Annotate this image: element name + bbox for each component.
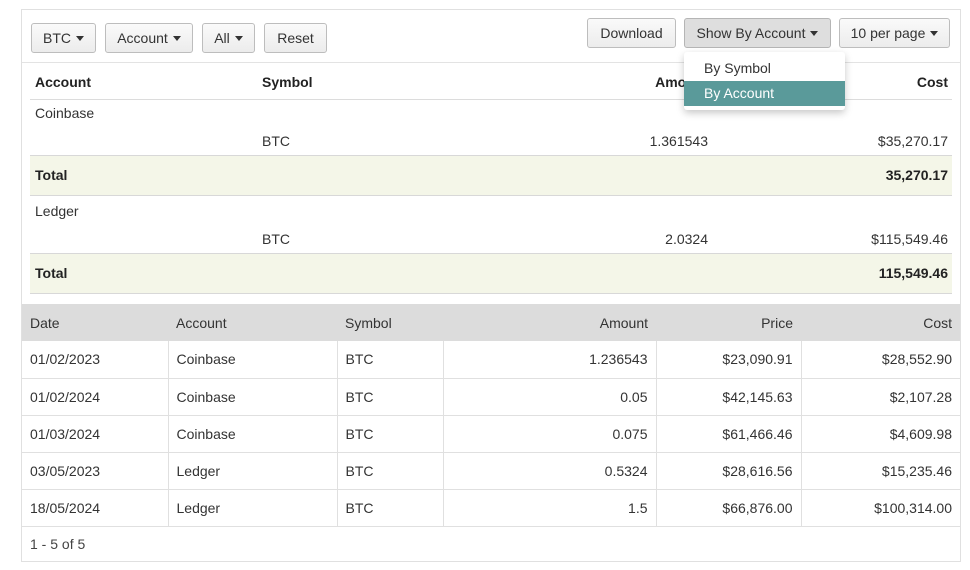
cell-cost: $28,552.90 bbox=[801, 341, 960, 379]
column-header-symbol[interactable]: Symbol bbox=[337, 304, 443, 341]
summary-symbol: BTC bbox=[262, 231, 290, 247]
transactions-table: Date Account Symbol Amount Price Cost 01… bbox=[22, 304, 960, 527]
holdings-panel: BTC Account All Reset Download Show By A… bbox=[21, 9, 961, 562]
table-row: 03/05/2023 Ledger BTC 0.5324 $28,616.56 … bbox=[22, 452, 960, 490]
symbol-filter-label: BTC bbox=[43, 30, 71, 46]
cell-account: Ledger bbox=[168, 452, 338, 490]
cell-amount: 0.5324 bbox=[443, 452, 657, 490]
total-value: 115,549.46 bbox=[878, 265, 948, 281]
download-button[interactable]: Download bbox=[587, 18, 676, 48]
chevron-down-icon bbox=[930, 30, 939, 36]
summary-amount: 1.361543 bbox=[649, 133, 708, 149]
cell-price: $42,145.63 bbox=[656, 378, 802, 416]
total-row: Total 35,270.17 bbox=[30, 155, 952, 196]
cell-amount: 0.075 bbox=[443, 415, 657, 453]
summary-symbol: BTC bbox=[262, 133, 290, 149]
cell-account: Coinbase bbox=[168, 341, 338, 379]
cell-date: 01/02/2023 bbox=[22, 341, 169, 379]
chevron-down-icon bbox=[76, 35, 84, 41]
summary-cost: $35,270.17 bbox=[877, 133, 948, 149]
table-row: 01/03/2024 Coinbase BTC 0.075 $61,466.46… bbox=[22, 415, 960, 453]
chevron-down-icon bbox=[810, 30, 819, 36]
cell-amount: 1.236543 bbox=[443, 341, 657, 379]
group-by-dropdown[interactable]: Show By Account bbox=[684, 18, 831, 48]
cell-symbol: BTC bbox=[337, 378, 444, 416]
group-label-coinbase: Coinbase bbox=[35, 105, 95, 121]
menu-item-by-account[interactable]: By Account bbox=[684, 81, 845, 106]
cell-account: Coinbase bbox=[168, 415, 338, 453]
summary-cost: $115,549.46 bbox=[871, 231, 948, 247]
summary-header-account: Account bbox=[35, 74, 91, 90]
table-header-row: Date Account Symbol Amount Price Cost bbox=[22, 304, 960, 341]
table-row: 01/02/2024 Coinbase BTC 0.05 $42,145.63 … bbox=[22, 378, 960, 416]
column-header-account[interactable]: Account bbox=[168, 304, 337, 341]
column-header-amount[interactable]: Amount bbox=[443, 304, 656, 341]
cell-price: $28,616.56 bbox=[656, 452, 802, 490]
cell-cost: $100,314.00 bbox=[801, 489, 960, 527]
cell-price: $66,876.00 bbox=[656, 489, 802, 527]
column-header-date[interactable]: Date bbox=[22, 304, 168, 341]
group-label-ledger: Ledger bbox=[35, 203, 79, 219]
column-header-price[interactable]: Price bbox=[656, 304, 801, 341]
cell-amount: 1.5 bbox=[443, 489, 657, 527]
cell-account: Coinbase bbox=[168, 378, 338, 416]
chevron-down-icon bbox=[234, 35, 243, 41]
total-label: Total bbox=[35, 167, 68, 183]
all-filter-label: All bbox=[214, 30, 230, 46]
total-label: Total bbox=[35, 265, 68, 281]
cell-date: 01/02/2024 bbox=[22, 378, 169, 416]
cell-account: Ledger bbox=[168, 489, 338, 527]
cell-date: 01/03/2024 bbox=[22, 415, 169, 453]
group-by-label: Show By Account bbox=[696, 25, 806, 41]
cell-symbol: BTC bbox=[337, 341, 444, 379]
total-value: 35,270.17 bbox=[885, 167, 948, 183]
page-size-label: 10 per page bbox=[850, 25, 926, 41]
summary-row: BTC 1.361543 $35,270.17 bbox=[30, 127, 952, 155]
cell-price: $23,090.91 bbox=[656, 341, 802, 379]
summary-header-cost: Cost bbox=[916, 74, 948, 90]
page-size-dropdown[interactable]: 10 per page bbox=[839, 18, 950, 48]
cell-date: 18/05/2024 bbox=[22, 489, 169, 527]
cell-amount: 0.05 bbox=[443, 378, 657, 416]
table-row: 01/02/2023 Coinbase BTC 1.236543 $23,090… bbox=[22, 341, 960, 379]
cell-symbol: BTC bbox=[337, 452, 444, 490]
chevron-down-icon bbox=[172, 35, 181, 41]
cell-cost: $15,235.46 bbox=[801, 452, 960, 490]
all-filter-dropdown[interactable]: All bbox=[202, 23, 255, 53]
column-header-cost[interactable]: Cost bbox=[801, 304, 960, 341]
cell-cost: $2,107.28 bbox=[801, 378, 960, 416]
table-row: 18/05/2024 Ledger BTC 1.5 $66,876.00 $10… bbox=[22, 489, 960, 527]
summary-row: BTC 2.0324 $115,549.46 bbox=[30, 225, 952, 253]
summary-amount: 2.0324 bbox=[665, 231, 708, 247]
group-by-menu: By Symbol By Account bbox=[684, 52, 845, 110]
reset-button[interactable]: Reset bbox=[264, 23, 327, 53]
account-filter-dropdown[interactable]: Account bbox=[105, 23, 193, 53]
cell-cost: $4,609.98 bbox=[801, 415, 960, 453]
pagination-info: 1 - 5 of 5 bbox=[30, 536, 86, 552]
menu-item-by-symbol[interactable]: By Symbol bbox=[684, 56, 845, 81]
cell-date: 03/05/2023 bbox=[22, 452, 169, 490]
total-row: Total 115,549.46 bbox=[30, 253, 952, 294]
cell-price: $61,466.46 bbox=[656, 415, 802, 453]
cell-symbol: BTC bbox=[337, 415, 444, 453]
cell-symbol: BTC bbox=[337, 489, 444, 527]
summary-header-symbol: Symbol bbox=[262, 74, 313, 90]
symbol-filter-dropdown[interactable]: BTC bbox=[31, 23, 96, 53]
account-filter-label: Account bbox=[117, 30, 168, 46]
